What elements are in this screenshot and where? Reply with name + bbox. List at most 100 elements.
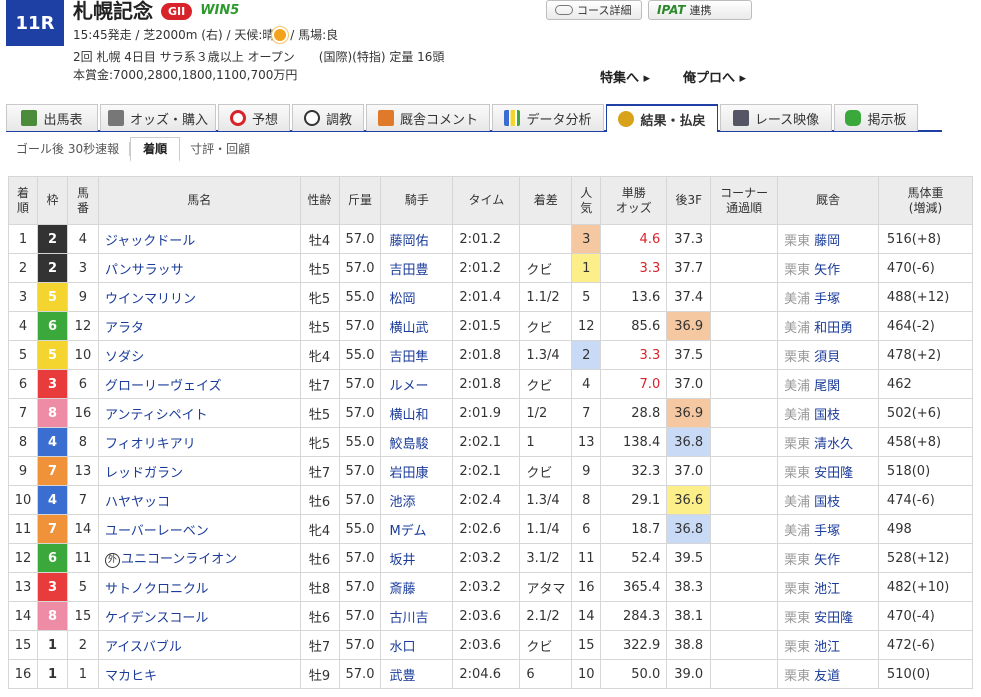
- trainer-link[interactable]: 手塚: [814, 524, 840, 539]
- horse-name-cell[interactable]: 外ユニコーンライオン: [97, 543, 301, 573]
- horse-name-cell[interactable]: アラタ: [97, 311, 301, 341]
- trainer-link[interactable]: 藤岡: [814, 234, 840, 249]
- tab-stable-comment[interactable]: 厩舎コメント: [366, 104, 490, 131]
- course-detail-label: コース詳細: [577, 4, 632, 17]
- popularity-cell: 11: [571, 543, 602, 573]
- horse-name-cell[interactable]: グローリーヴェイズ: [97, 369, 301, 399]
- trainer-link[interactable]: 安田隆: [814, 466, 853, 481]
- horse-name-cell[interactable]: ソダシ: [97, 340, 301, 370]
- win-odds-cell: 50.0: [600, 659, 668, 689]
- tab-odds[interactable]: オッズ・購入: [100, 104, 216, 131]
- trainer-link[interactable]: 手塚: [814, 292, 840, 307]
- header-label: 馬 番: [76, 185, 89, 215]
- trainer-link[interactable]: 和田勇: [814, 321, 853, 336]
- jockey-link[interactable]: Mデム: [380, 514, 454, 544]
- horse-name-cell[interactable]: ケイデンスコール: [97, 601, 301, 631]
- horse-name-link[interactable]: ソダシ: [105, 350, 144, 365]
- horse-name-cell[interactable]: レッドガラン: [97, 456, 301, 486]
- trainer-link[interactable]: 国枝: [814, 408, 840, 423]
- trainer-link[interactable]: 矢作: [814, 263, 840, 278]
- horse-name-link[interactable]: レッドガラン: [105, 466, 183, 481]
- trainer-area: 栗東: [784, 465, 811, 481]
- tab-video[interactable]: レース映像: [720, 104, 832, 131]
- horse-name-link[interactable]: マカヒキ: [105, 669, 157, 684]
- kinryo-cell: 57.0: [338, 369, 382, 399]
- jockey-link[interactable]: 吉田豊: [380, 253, 454, 283]
- tab-shutsuba[interactable]: 出馬表: [6, 104, 98, 131]
- horse-name-cell[interactable]: パンサラッサ: [97, 253, 301, 283]
- jockey-link[interactable]: 藤岡佑: [380, 224, 454, 254]
- horse-name-cell[interactable]: フィオリキアリ: [97, 427, 301, 457]
- course-detail-button[interactable]: コース詳細: [546, 0, 642, 20]
- horse-name-link[interactable]: グローリーヴェイズ: [105, 379, 222, 394]
- tab-label: 掲示板: [867, 112, 907, 128]
- ipat-link-button[interactable]: IPAT 連携: [648, 0, 752, 20]
- trainer-link[interactable]: 国枝: [814, 495, 840, 510]
- horse-name-cell[interactable]: ハヤヤッコ: [97, 485, 301, 515]
- horse-name-cell[interactable]: ウインマリリン: [97, 282, 301, 312]
- popularity-cell: 3: [571, 224, 602, 254]
- horse-name-link[interactable]: パンサラッサ: [105, 263, 184, 278]
- jockey-link[interactable]: 横山武: [380, 311, 454, 341]
- feature-link[interactable]: 特集へ ▸: [600, 67, 650, 86]
- jockey-link[interactable]: 鮫島駿: [380, 427, 454, 457]
- trainer-link[interactable]: 友道: [814, 669, 840, 684]
- horse-name-link[interactable]: ジャックドール: [105, 234, 195, 249]
- tab-data[interactable]: データ分析: [492, 104, 604, 131]
- ore-pro-link[interactable]: 俺プロへ ▸: [683, 67, 746, 86]
- jockey-link[interactable]: 斎藤: [380, 572, 454, 602]
- trainer-link[interactable]: 池江: [814, 582, 840, 597]
- horse-name-link[interactable]: サトノクロニクル: [105, 582, 209, 597]
- horse-name-link[interactable]: ユーバーレーベン: [105, 524, 209, 539]
- popularity-cell: 10: [571, 659, 602, 689]
- target-icon: [229, 110, 246, 126]
- horse-name-cell[interactable]: マカヒキ: [97, 659, 301, 689]
- subtab-quick[interactable]: ゴール後 30秒速報: [6, 142, 131, 156]
- tab-result[interactable]: 結果・払戻: [606, 104, 718, 132]
- horse-name-cell[interactable]: サトノクロニクル: [97, 572, 301, 602]
- jockey-link[interactable]: 横山和: [380, 398, 454, 428]
- tab-yoso[interactable]: 予想: [218, 104, 290, 131]
- horse-name-cell[interactable]: ユーバーレーベン: [97, 514, 301, 544]
- horse-name-link[interactable]: ウインマリリン: [105, 292, 196, 307]
- sex-age-cell: 牡6: [299, 485, 340, 515]
- subtab-review[interactable]: 寸評・回顧: [180, 142, 260, 156]
- time-cell: 2:02.1: [452, 456, 521, 486]
- trainer-link[interactable]: 須貝: [814, 350, 840, 365]
- subtab-order[interactable]: 着順: [130, 136, 181, 162]
- horse-name-link[interactable]: アンティシペイト: [105, 408, 208, 423]
- jockey-link[interactable]: 坂井: [380, 543, 454, 573]
- horse-name-link[interactable]: アラタ: [105, 321, 144, 336]
- horse-name-link[interactable]: ユニコーンライオン: [121, 552, 237, 567]
- jockey-link[interactable]: 武豊: [380, 659, 454, 689]
- jockey-link[interactable]: 松岡: [380, 282, 454, 312]
- jockey-link[interactable]: 水口: [380, 630, 454, 660]
- trainer-link[interactable]: 池江: [814, 640, 840, 655]
- waku-cell: 5: [36, 282, 68, 312]
- jockey-link[interactable]: 吉田隼: [380, 340, 454, 370]
- horse-name-cell[interactable]: アイスバブル: [97, 630, 301, 660]
- jockey-link[interactable]: 古川吉: [380, 601, 454, 631]
- tab-chokyo[interactable]: 調教: [292, 104, 364, 131]
- horse-name-cell[interactable]: アンティシペイト: [97, 398, 301, 428]
- last3f-cell: 36.8: [666, 514, 712, 544]
- horse-name-link[interactable]: アイスバブル: [105, 640, 182, 655]
- tab-board[interactable]: 掲示板: [834, 104, 918, 131]
- jockey-link[interactable]: 池添: [380, 485, 454, 515]
- waku-cell: 7: [36, 514, 68, 544]
- horse-name-link[interactable]: ハヤヤッコ: [105, 495, 170, 510]
- trainer-link[interactable]: 尾関: [814, 379, 840, 394]
- trainer-link[interactable]: 安田隆: [814, 611, 853, 626]
- kinryo-cell: 57.0: [338, 456, 382, 486]
- horse-name-link[interactable]: フィオリキアリ: [105, 437, 196, 452]
- ipat-logo-icon: IPAT: [657, 3, 686, 17]
- body-weight-cell: 502(+6): [877, 398, 974, 428]
- horse-name-cell[interactable]: ジャックドール: [97, 224, 301, 254]
- jockey-link[interactable]: 岩田康: [380, 456, 454, 486]
- trainer-link[interactable]: 矢作: [814, 553, 840, 568]
- jockey-link[interactable]: ルメー: [380, 369, 454, 399]
- trainer-link[interactable]: 清水久: [814, 437, 853, 452]
- body-weight-cell: 478(+2): [877, 340, 974, 370]
- horse-name-link[interactable]: ケイデンスコール: [105, 611, 208, 626]
- win-odds-cell: 29.1: [600, 485, 668, 515]
